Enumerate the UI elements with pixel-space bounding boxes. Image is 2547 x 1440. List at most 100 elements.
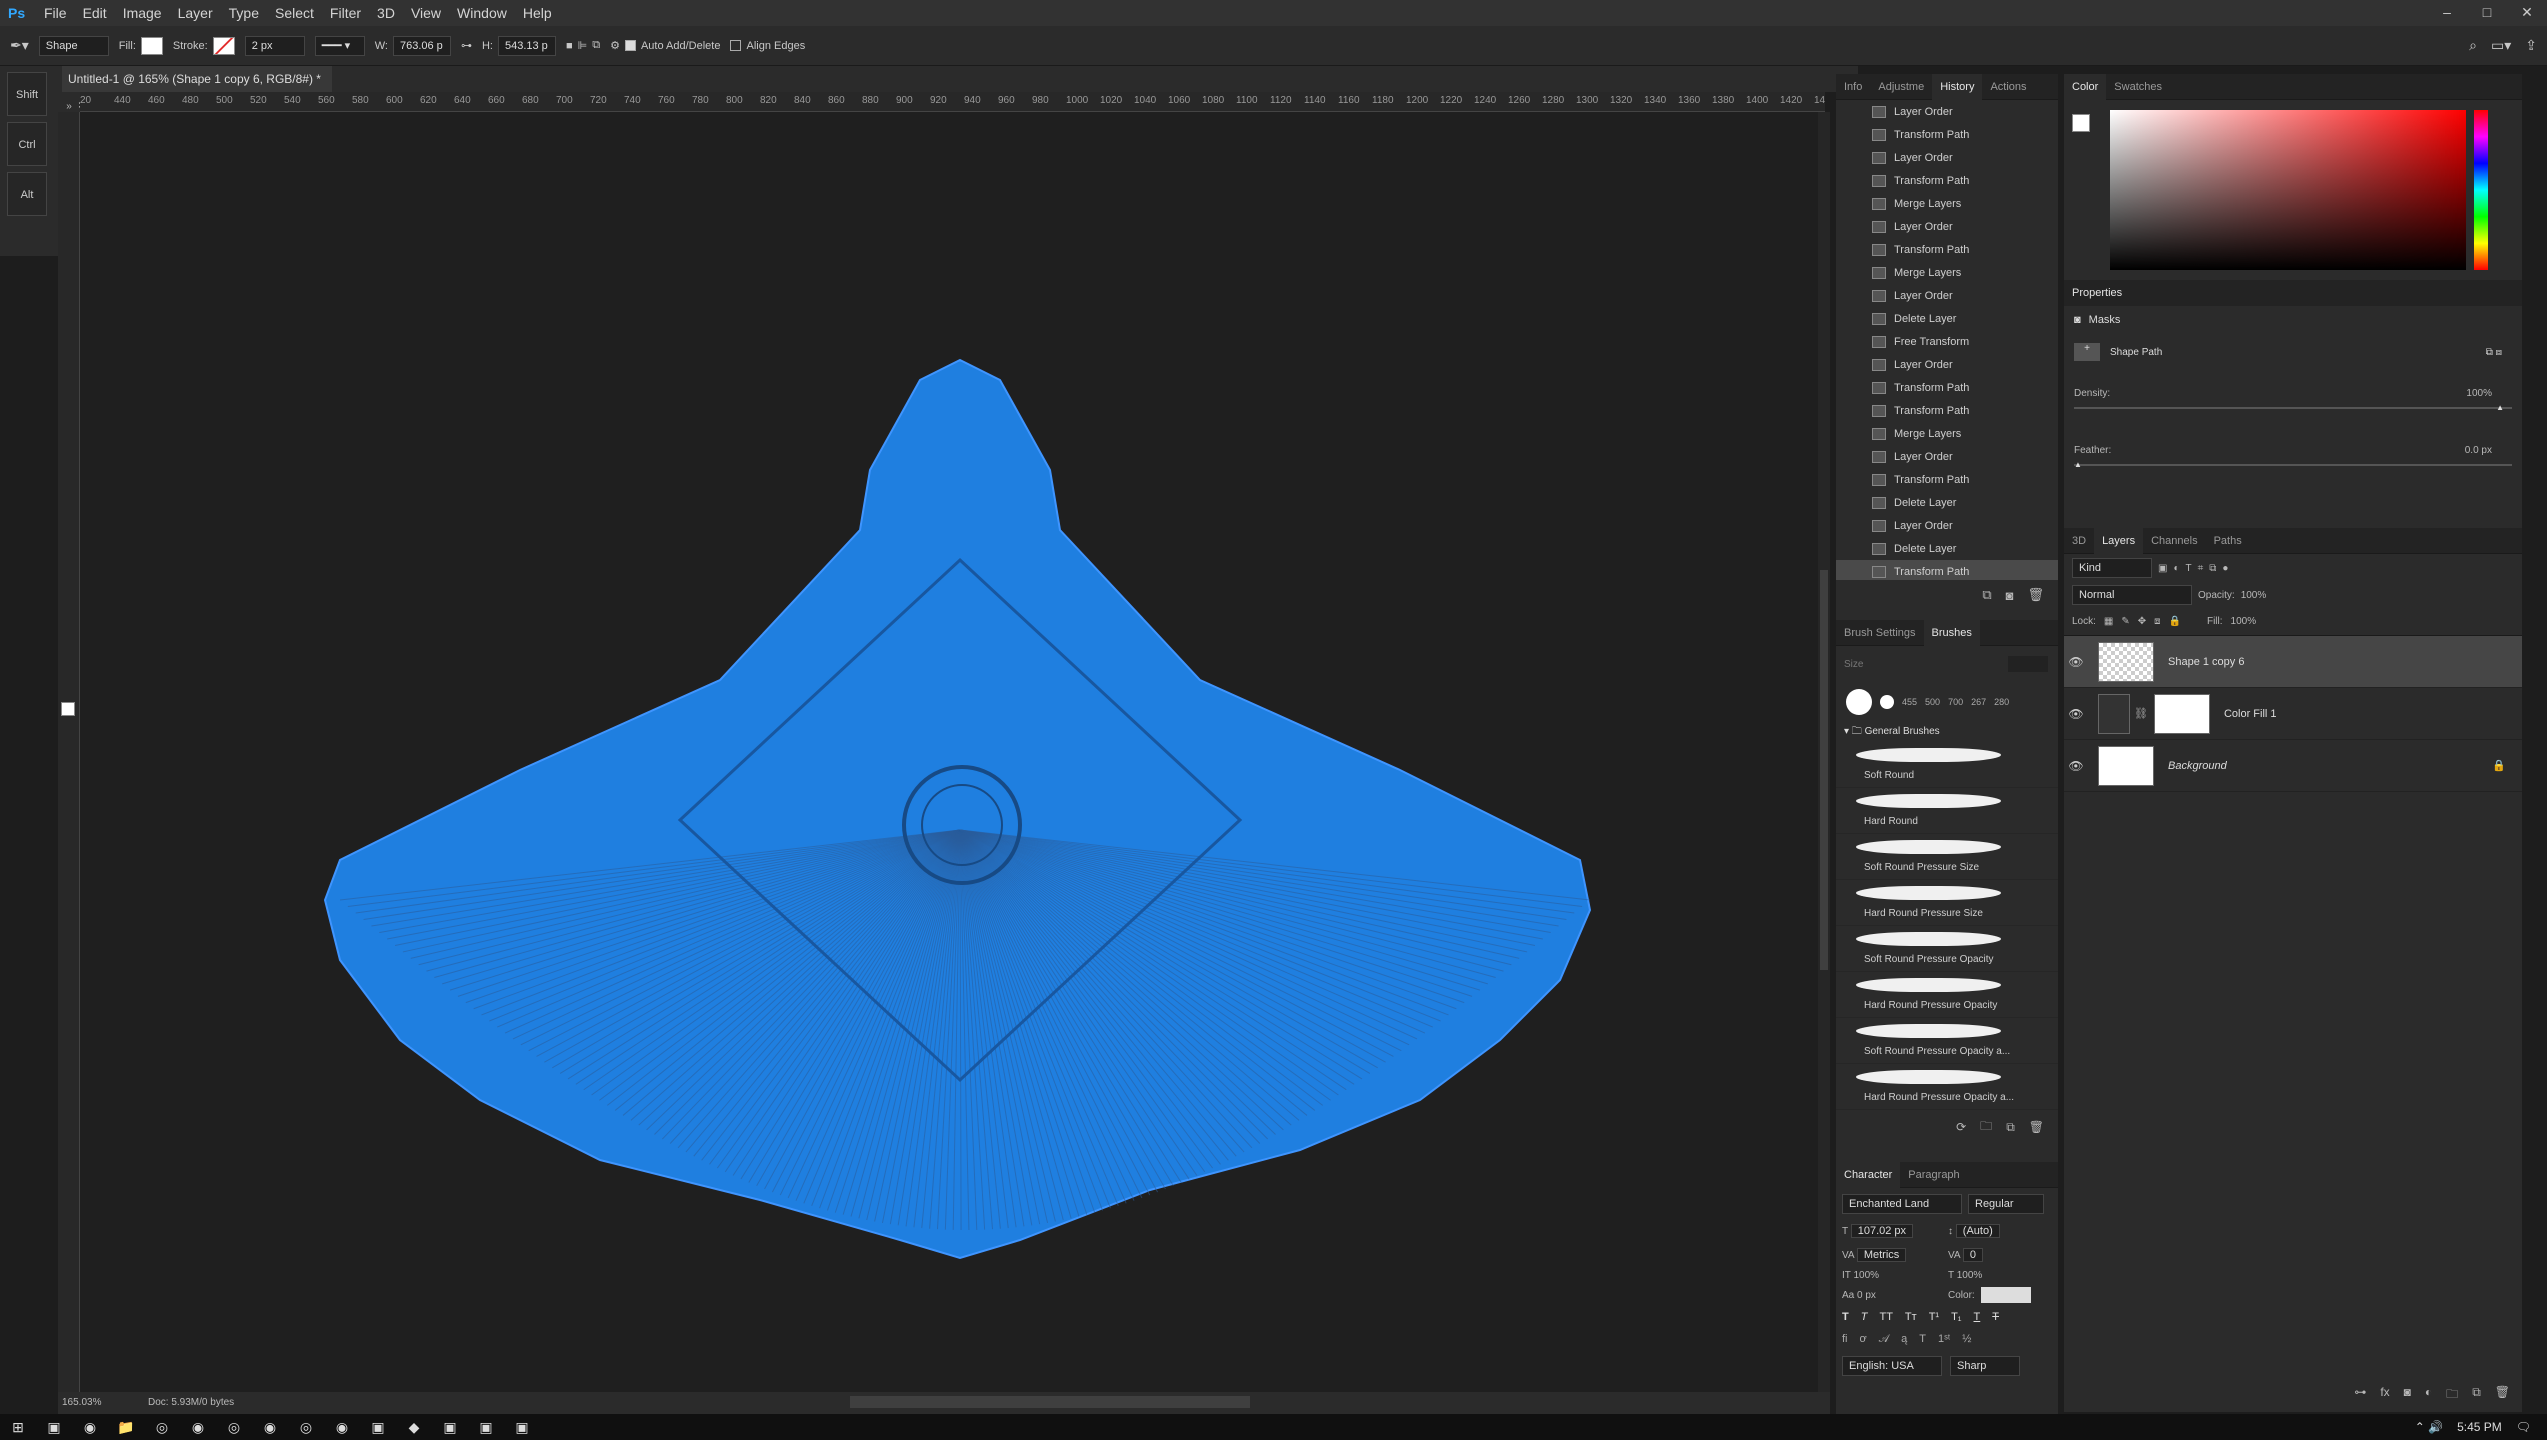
link-layers-icon[interactable]: ⊶ — [2354, 1385, 2366, 1406]
brush-item[interactable]: Soft Round Pressure Size — [1836, 834, 2058, 880]
history-item[interactable]: Transform Path — [1836, 468, 2058, 491]
hue-slider[interactable] — [2474, 110, 2488, 270]
old-style-button[interactable]: ơ — [1860, 1333, 1867, 1346]
auto-add-delete-checkbox[interactable] — [624, 40, 636, 51]
blend-mode-select[interactable]: Normal — [2072, 585, 2192, 605]
share-icon[interactable]: ⇪ — [2525, 37, 2537, 54]
align-edges-checkbox[interactable] — [730, 40, 742, 51]
history-item[interactable]: Layer Order — [1836, 514, 2058, 537]
tab-swatches[interactable]: Swatches — [2106, 74, 2170, 100]
tab-paths[interactable]: Paths — [2206, 528, 2250, 554]
maximize-button[interactable]: □ — [2467, 0, 2507, 26]
fill-swatch[interactable] — [140, 36, 163, 55]
preset-brush-hard[interactable] — [1880, 695, 1894, 709]
layer-name[interactable]: Background — [2168, 760, 2227, 772]
all-caps-button[interactable]: TT — [1879, 1311, 1892, 1323]
delete-brush-icon[interactable]: 🗑 — [2029, 1120, 2044, 1134]
feather-slider-handle[interactable]: ▲ — [2074, 460, 2082, 469]
kerning-field[interactable]: Metrics — [1856, 1248, 1907, 1262]
minimize-button[interactable]: – — [2427, 0, 2467, 26]
fx-icon[interactable]: fx — [2380, 1385, 2389, 1406]
menu-image[interactable]: Image — [115, 0, 170, 26]
snapshot-icon[interactable]: ◙ — [2006, 588, 2014, 603]
menu-layer[interactable]: Layer — [170, 0, 221, 26]
history-item[interactable]: Transform Path — [1836, 560, 2058, 580]
taskbar-app-icon[interactable]: ◉ — [252, 1419, 288, 1436]
path-arrangement-icon[interactable]: ⧉ — [592, 39, 600, 52]
ligatures-button[interactable]: fi — [1842, 1333, 1848, 1346]
history-item[interactable]: Delete Layer — [1836, 537, 2058, 560]
alternates-button[interactable]: ą — [1901, 1333, 1907, 1346]
add-mask-icon[interactable]: + — [2074, 343, 2100, 361]
preset-brush-455[interactable]: 455 — [1902, 697, 1917, 707]
document-size[interactable]: Doc: 5.93M/0 bytes — [148, 1392, 234, 1414]
tab-brushes[interactable]: Brushes — [1923, 619, 1980, 646]
fractions-button[interactable]: ½ — [1962, 1333, 1971, 1346]
tab-adjustments[interactable]: Adjustme — [1870, 74, 1932, 100]
leading-field[interactable]: (Auto) — [1955, 1224, 2000, 1238]
history-item[interactable]: Layer Order — [1836, 146, 2058, 169]
language-select[interactable]: English: USA — [1842, 1356, 1942, 1376]
tab-channels[interactable]: Channels — [2143, 528, 2205, 554]
new-document-from-state-icon[interactable]: ⧉ — [1982, 587, 1991, 603]
tracking-field[interactable]: 0 — [1962, 1248, 1983, 1262]
layer-name[interactable]: Color Fill 1 — [2224, 708, 2277, 720]
pen-tool-icon[interactable]: ✒▾ — [10, 37, 29, 54]
history-item[interactable]: Merge Layers — [1836, 422, 2058, 445]
density-slider-handle[interactable]: ▲ — [2496, 403, 2504, 412]
tab-history[interactable]: History — [1932, 73, 1983, 100]
layer-filter-select[interactable]: Kind — [2072, 558, 2152, 578]
taskbar-app-icon[interactable]: 📁 — [108, 1419, 144, 1436]
clock[interactable]: 5:45 PM — [2457, 1420, 2502, 1434]
ordinals-button[interactable]: 1ˢᵗ — [1938, 1333, 1950, 1346]
stroke-width-field[interactable]: 2 px — [244, 35, 305, 56]
taskbar-app-icon[interactable]: ▣ — [360, 1419, 396, 1436]
height-field[interactable]: 543.13 p — [497, 35, 556, 56]
brush-item[interactable]: Soft Round — [1836, 742, 2058, 788]
filter-shape-icon[interactable]: ⌗ — [2198, 563, 2204, 574]
horizontal-scale-field[interactable]: 100% — [1957, 1270, 1983, 1281]
canvas[interactable] — [80, 112, 1818, 1392]
color-panel-foreground-swatch[interactable] — [2072, 114, 2090, 132]
shape-body[interactable] — [323, 358, 1592, 1260]
new-group-icon[interactable]: 🗀 — [1980, 1117, 1992, 1138]
brush-item[interactable]: Soft Round Pressure Opacity a... — [1836, 1018, 2058, 1064]
font-style-select[interactable]: Regular — [1968, 1194, 2044, 1214]
history-item[interactable]: Layer Order — [1836, 284, 2058, 307]
baseline-shift-field[interactable]: 0 px — [1857, 1290, 1876, 1301]
small-caps-button[interactable]: Tт — [1905, 1311, 1917, 1323]
faux-italic-button[interactable]: T — [1861, 1311, 1868, 1323]
stroke-swatch[interactable] — [212, 36, 235, 55]
menu-filter[interactable]: Filter — [322, 0, 369, 26]
taskbar-app-icon[interactable]: ◉ — [180, 1419, 216, 1436]
close-button[interactable]: ✕ — [2507, 0, 2547, 26]
system-tray-icon[interactable]: ⌃ 🔊 — [2415, 1420, 2443, 1434]
taskbar-app-icon[interactable]: ◎ — [144, 1419, 180, 1436]
filter-pixel-icon[interactable]: ▣ — [2158, 563, 2167, 574]
density-value[interactable]: 100% — [2466, 388, 2492, 399]
width-field[interactable]: 763.06 p — [392, 35, 451, 56]
history-item[interactable]: Transform Path — [1836, 376, 2058, 399]
new-layer-icon[interactable]: ⧉ — [2472, 1385, 2481, 1406]
vertical-scroll-thumb[interactable] — [1820, 570, 1828, 970]
feather-value[interactable]: 0.0 px — [2465, 445, 2492, 456]
preset-brush-700[interactable]: 700 — [1948, 697, 1963, 707]
horizontal-scroll-thumb[interactable] — [850, 1396, 1250, 1408]
path-operations-icon[interactable]: ■ — [566, 40, 573, 52]
brush-size-field[interactable] — [2008, 656, 2048, 672]
font-size-field[interactable]: 107.02 px — [1850, 1224, 1914, 1238]
start-button-icon[interactable]: ⊞ — [0, 1419, 36, 1436]
menu-window[interactable]: Window — [449, 0, 515, 26]
font-family-select[interactable]: Enchanted Land — [1842, 1194, 1962, 1214]
stroke-type-select[interactable]: ━━━ ▾ — [314, 35, 365, 56]
underline-button[interactable]: T — [1974, 1311, 1981, 1323]
workspace-icon[interactable]: ▭▾ — [2491, 37, 2511, 54]
menu-view[interactable]: View — [403, 0, 449, 26]
history-item[interactable]: Delete Layer — [1836, 491, 2058, 514]
filter-adjust-icon[interactable]: ◐ — [2173, 563, 2179, 574]
layer-name[interactable]: Shape 1 copy 6 — [2168, 656, 2244, 668]
gear-icon[interactable]: ⚙ — [610, 39, 620, 52]
mask-options-icon[interactable]: ⧉ ⧈ — [2486, 347, 2502, 358]
taskbar-app-icon[interactable]: ▣ — [468, 1419, 504, 1436]
menu-select[interactable]: Select — [267, 0, 322, 26]
